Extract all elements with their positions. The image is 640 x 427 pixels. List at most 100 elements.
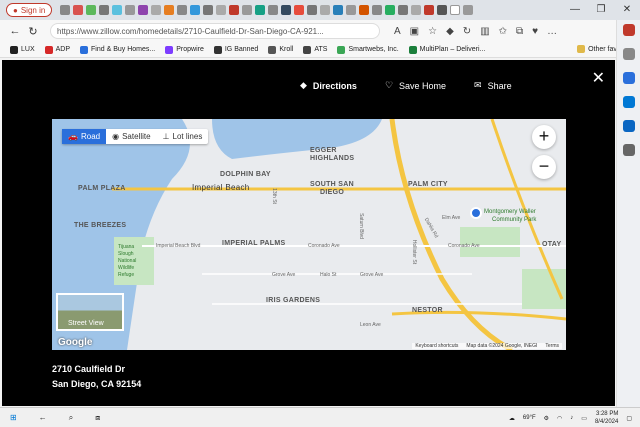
tab-favicon[interactable] bbox=[203, 5, 214, 15]
street-view-thumbnail[interactable]: Street View bbox=[56, 293, 124, 331]
tray-icon[interactable]: ⚙ bbox=[544, 415, 549, 422]
tab-favicon[interactable] bbox=[385, 5, 396, 15]
immersive-reader-icon[interactable]: ▣ bbox=[410, 26, 419, 37]
refresh-ext-icon[interactable]: ↻ bbox=[463, 26, 471, 37]
map-view[interactable]: 🚗 Road ◉ Satellite ⊥ Lot lines + − EGGER HI… bbox=[52, 119, 566, 350]
tab-favicon[interactable] bbox=[333, 5, 344, 15]
home-pin-icon[interactable] bbox=[470, 207, 482, 219]
weather-temp[interactable]: 69°F bbox=[523, 415, 536, 421]
tab-favicon[interactable] bbox=[229, 5, 240, 15]
back-icon[interactable]: ← bbox=[6, 25, 24, 37]
url-text: https://www.zillow.com/homedetails/2710-… bbox=[57, 26, 324, 36]
signin-button[interactable]: ● Sign in bbox=[6, 3, 53, 17]
tab-favicon[interactable] bbox=[398, 5, 409, 15]
tab-favicon[interactable] bbox=[320, 5, 331, 15]
minimize-icon[interactable]: — bbox=[562, 0, 588, 20]
windows-start-icon[interactable]: ⊞ bbox=[10, 413, 17, 422]
tab-favicon[interactable] bbox=[424, 5, 435, 15]
sidebar-icon[interactable] bbox=[622, 24, 635, 36]
refresh-icon[interactable]: ↻ bbox=[24, 25, 42, 38]
map-label: PALM CITY bbox=[408, 181, 448, 188]
battery-icon[interactable]: ▭ bbox=[581, 415, 587, 422]
fav-smartwebs[interactable]: Smartwebs, Inc. bbox=[337, 45, 399, 54]
search-icon[interactable]: ⌕ bbox=[69, 413, 73, 423]
tab-favicon[interactable] bbox=[112, 5, 123, 15]
sidebar-icon[interactable] bbox=[622, 96, 635, 108]
task-view-icon[interactable]: ⧈ bbox=[95, 413, 100, 423]
heart-icon: ♡ bbox=[384, 80, 394, 90]
tab-favicon[interactable] bbox=[242, 5, 253, 15]
directions-button[interactable]: ◆ Directions bbox=[300, 80, 357, 91]
weather-icon[interactable]: ☁ bbox=[509, 415, 515, 422]
map-label: Saturn Blvd bbox=[357, 213, 364, 239]
favorites-icon[interactable]: ✩ bbox=[499, 26, 507, 37]
tab-favicon[interactable] bbox=[359, 5, 370, 15]
clock[interactable]: 3:28 PM 8/4/2024 bbox=[595, 410, 618, 426]
tab-favicon[interactable] bbox=[307, 5, 318, 15]
sidebar-icon[interactable] bbox=[622, 48, 635, 60]
fav-find-buy-homes[interactable]: Find & Buy Homes... bbox=[80, 45, 155, 54]
notification-icon[interactable]: ▢ bbox=[626, 415, 632, 422]
tab-favicon[interactable] bbox=[60, 5, 71, 15]
zoom-out-button[interactable]: − bbox=[532, 155, 556, 179]
adp-icon bbox=[44, 45, 53, 54]
tab-favicon[interactable] bbox=[164, 5, 175, 15]
fav-multiplan[interactable]: MultiPlan – Deliveri... bbox=[408, 45, 485, 54]
terms-link[interactable]: Terms bbox=[545, 343, 559, 349]
zoom-in-button[interactable]: + bbox=[532, 125, 556, 149]
address-bar[interactable]: https://www.zillow.com/homedetails/2710-… bbox=[50, 23, 380, 39]
split-screen-icon[interactable]: ▥ bbox=[480, 26, 489, 37]
fav-ats[interactable]: ATS bbox=[303, 45, 327, 54]
tab-favicon[interactable] bbox=[463, 5, 474, 15]
map-label: Refuge bbox=[118, 272, 135, 278]
tab-favicon[interactable] bbox=[268, 5, 279, 15]
system-tray: ☁ 69°F ⚙ ◠ ♪ ▭ 3:28 PM 8/4/2024 ▢ bbox=[509, 410, 632, 426]
back-arrow-icon[interactable]: ← bbox=[39, 413, 47, 422]
close-modal-icon[interactable]: ✕ bbox=[592, 68, 605, 88]
wifi-icon[interactable]: ◠ bbox=[557, 415, 562, 422]
tab-favicon[interactable] bbox=[138, 5, 149, 15]
keyboard-shortcuts-link[interactable]: Keyboard shortcuts bbox=[415, 343, 458, 349]
save-home-button[interactable]: ♡ Save Home bbox=[385, 80, 446, 91]
tab-favicon[interactable] bbox=[177, 5, 188, 15]
tab-favicon[interactable] bbox=[372, 5, 383, 15]
sidebar-icon[interactable] bbox=[622, 72, 635, 84]
tab-favicon[interactable] bbox=[255, 5, 266, 15]
fav-ig-banned[interactable]: IG Banned bbox=[213, 45, 258, 54]
tab-favicon[interactable] bbox=[294, 5, 305, 15]
tab-road[interactable]: 🚗 Road bbox=[62, 129, 107, 144]
read-aloud-icon[interactable]: A bbox=[394, 26, 401, 37]
fav-kroll[interactable]: Kroll bbox=[268, 45, 293, 54]
tab-favicon[interactable] bbox=[411, 5, 422, 15]
fav-propwire[interactable]: Propwire bbox=[165, 45, 204, 54]
tab-satellite[interactable]: ◉ Satellite bbox=[106, 129, 156, 144]
tab-favicon[interactable] bbox=[216, 5, 227, 15]
add-icon[interactable] bbox=[622, 144, 635, 156]
tab-favicon[interactable] bbox=[190, 5, 201, 15]
favorite-star-icon[interactable]: ☆ bbox=[428, 26, 437, 37]
more-icon[interactable]: … bbox=[547, 26, 557, 37]
fav-adp[interactable]: ADP bbox=[44, 45, 70, 54]
tab-favicon[interactable] bbox=[99, 5, 110, 15]
windows-taskbar: ⊞ ← ⌕ ⧈ ☁ 69°F ⚙ ◠ ♪ ▭ 3:28 PM 8/4/2024 … bbox=[0, 407, 640, 427]
collections-icon[interactable]: ⧉ bbox=[516, 26, 523, 37]
sidebar-icon[interactable] bbox=[622, 120, 635, 132]
tab-favicon[interactable] bbox=[346, 5, 357, 15]
fav-lux[interactable]: LUX bbox=[10, 45, 35, 54]
extension-icon[interactable]: ◆ bbox=[446, 26, 454, 37]
performance-icon[interactable]: ♥ bbox=[532, 26, 538, 37]
tab-favicon[interactable] bbox=[86, 5, 97, 15]
share-button[interactable]: ✉ Share bbox=[474, 80, 512, 91]
tab-favicon[interactable] bbox=[151, 5, 162, 15]
tab-favicon[interactable] bbox=[281, 5, 292, 15]
tab-favicon[interactable] bbox=[73, 5, 84, 15]
volume-icon[interactable]: ♪ bbox=[570, 415, 573, 421]
active-tab-favicon[interactable] bbox=[450, 5, 461, 15]
tab-favicon[interactable] bbox=[437, 5, 448, 15]
tab-favicon[interactable] bbox=[125, 5, 136, 15]
tab-lot-lines[interactable]: ⊥ Lot lines bbox=[157, 129, 209, 144]
map-label: Leon Ave bbox=[360, 322, 381, 328]
close-window-icon[interactable]: ✕ bbox=[614, 0, 640, 20]
clock-time: 3:28 PM bbox=[595, 411, 619, 417]
maximize-icon[interactable]: ❐ bbox=[588, 0, 614, 20]
